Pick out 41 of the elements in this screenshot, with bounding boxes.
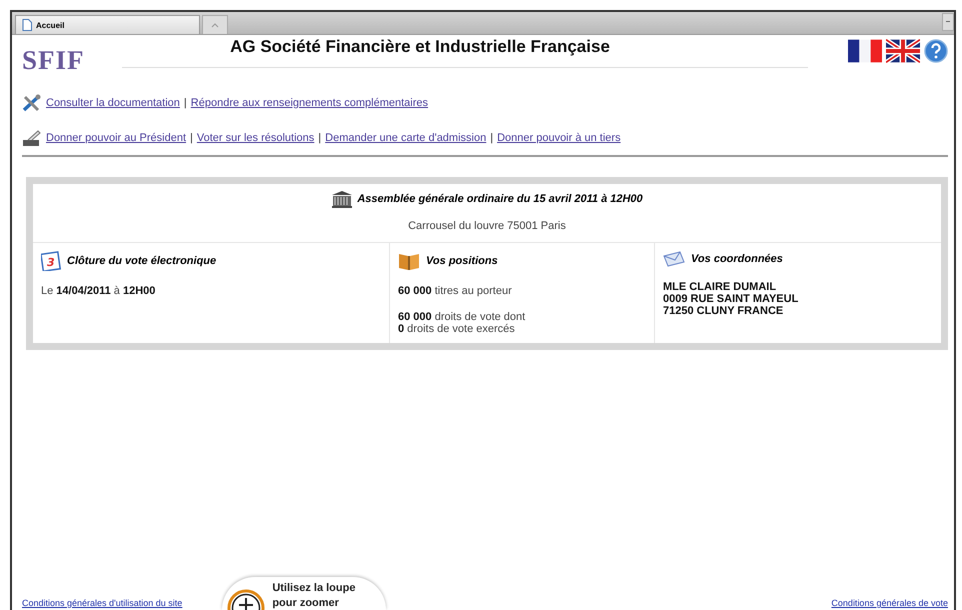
separator: |: [190, 132, 193, 144]
info-text: 71250 CLUNY FRANCE: [663, 305, 784, 317]
browser-tab[interactable]: Accueil: [15, 15, 200, 34]
info-text: Le 14/04/2011 à 12H00: [41, 285, 156, 297]
separator: |: [318, 132, 322, 144]
nav-link[interactable]: Répondre aux renseignements complémentaires: [190, 96, 428, 108]
footer-link[interactable]: Conditions générales d'utilisation du site: [22, 598, 182, 608]
flag-icon[interactable]: [848, 39, 882, 63]
logo: SFIF: [22, 45, 86, 76]
nav-link[interactable]: Demander une carte d'admission: [325, 132, 486, 144]
nav-link[interactable]: Consulter la documentation: [46, 96, 180, 108]
footer-link[interactable]: Conditions générales de vote: [831, 598, 948, 608]
info-text: 60 000 droits de vote dont: [398, 311, 526, 323]
building-icon: [331, 190, 354, 208]
info-text: 0 droits de vote exercés: [398, 323, 516, 335]
zoom-icon[interactable]: [226, 588, 266, 610]
separator: |: [490, 132, 494, 144]
section-title: Vos coordonnées: [691, 253, 783, 265]
book-icon: [398, 251, 420, 271]
flag-icon[interactable]: [886, 39, 920, 63]
section-title: Vos positions: [426, 255, 498, 267]
separator: |: [184, 96, 187, 108]
document-icon: [22, 19, 32, 31]
envelope-icon: [663, 251, 685, 267]
nav-link[interactable]: Voter sur les résolutions: [196, 132, 314, 144]
info-text: 60 000 titres au porteur: [398, 285, 513, 297]
dash-icon: [946, 21, 950, 23]
caret-icon: [211, 22, 219, 28]
tools-icon: [22, 94, 42, 112]
info-text: 0009 RUE SAINT MAYEUL: [663, 293, 800, 305]
nav-link[interactable]: Donner pouvoir au Président: [46, 132, 186, 144]
callout-text: Utilisez la loupe pour zoomer: [272, 581, 356, 610]
nav-link[interactable]: Donner pouvoir à un tiers: [497, 132, 621, 144]
calendar-digit: 3: [47, 256, 55, 269]
help-icon[interactable]: [924, 39, 948, 63]
meeting-location: Carrousel du louvre 75001 Paris: [407, 220, 567, 232]
section-title: Clôture du vote électronique: [67, 255, 216, 267]
meeting-title: Assemblée générale ordinaire du 15 avril 2011 à 12H00: [357, 193, 643, 205]
ballot-box-icon: [22, 128, 42, 146]
page-title: AG Société Financière et Industrielle Française: [229, 37, 611, 57]
info-text: MLE CLAIRE DUMAIL: [663, 281, 778, 293]
